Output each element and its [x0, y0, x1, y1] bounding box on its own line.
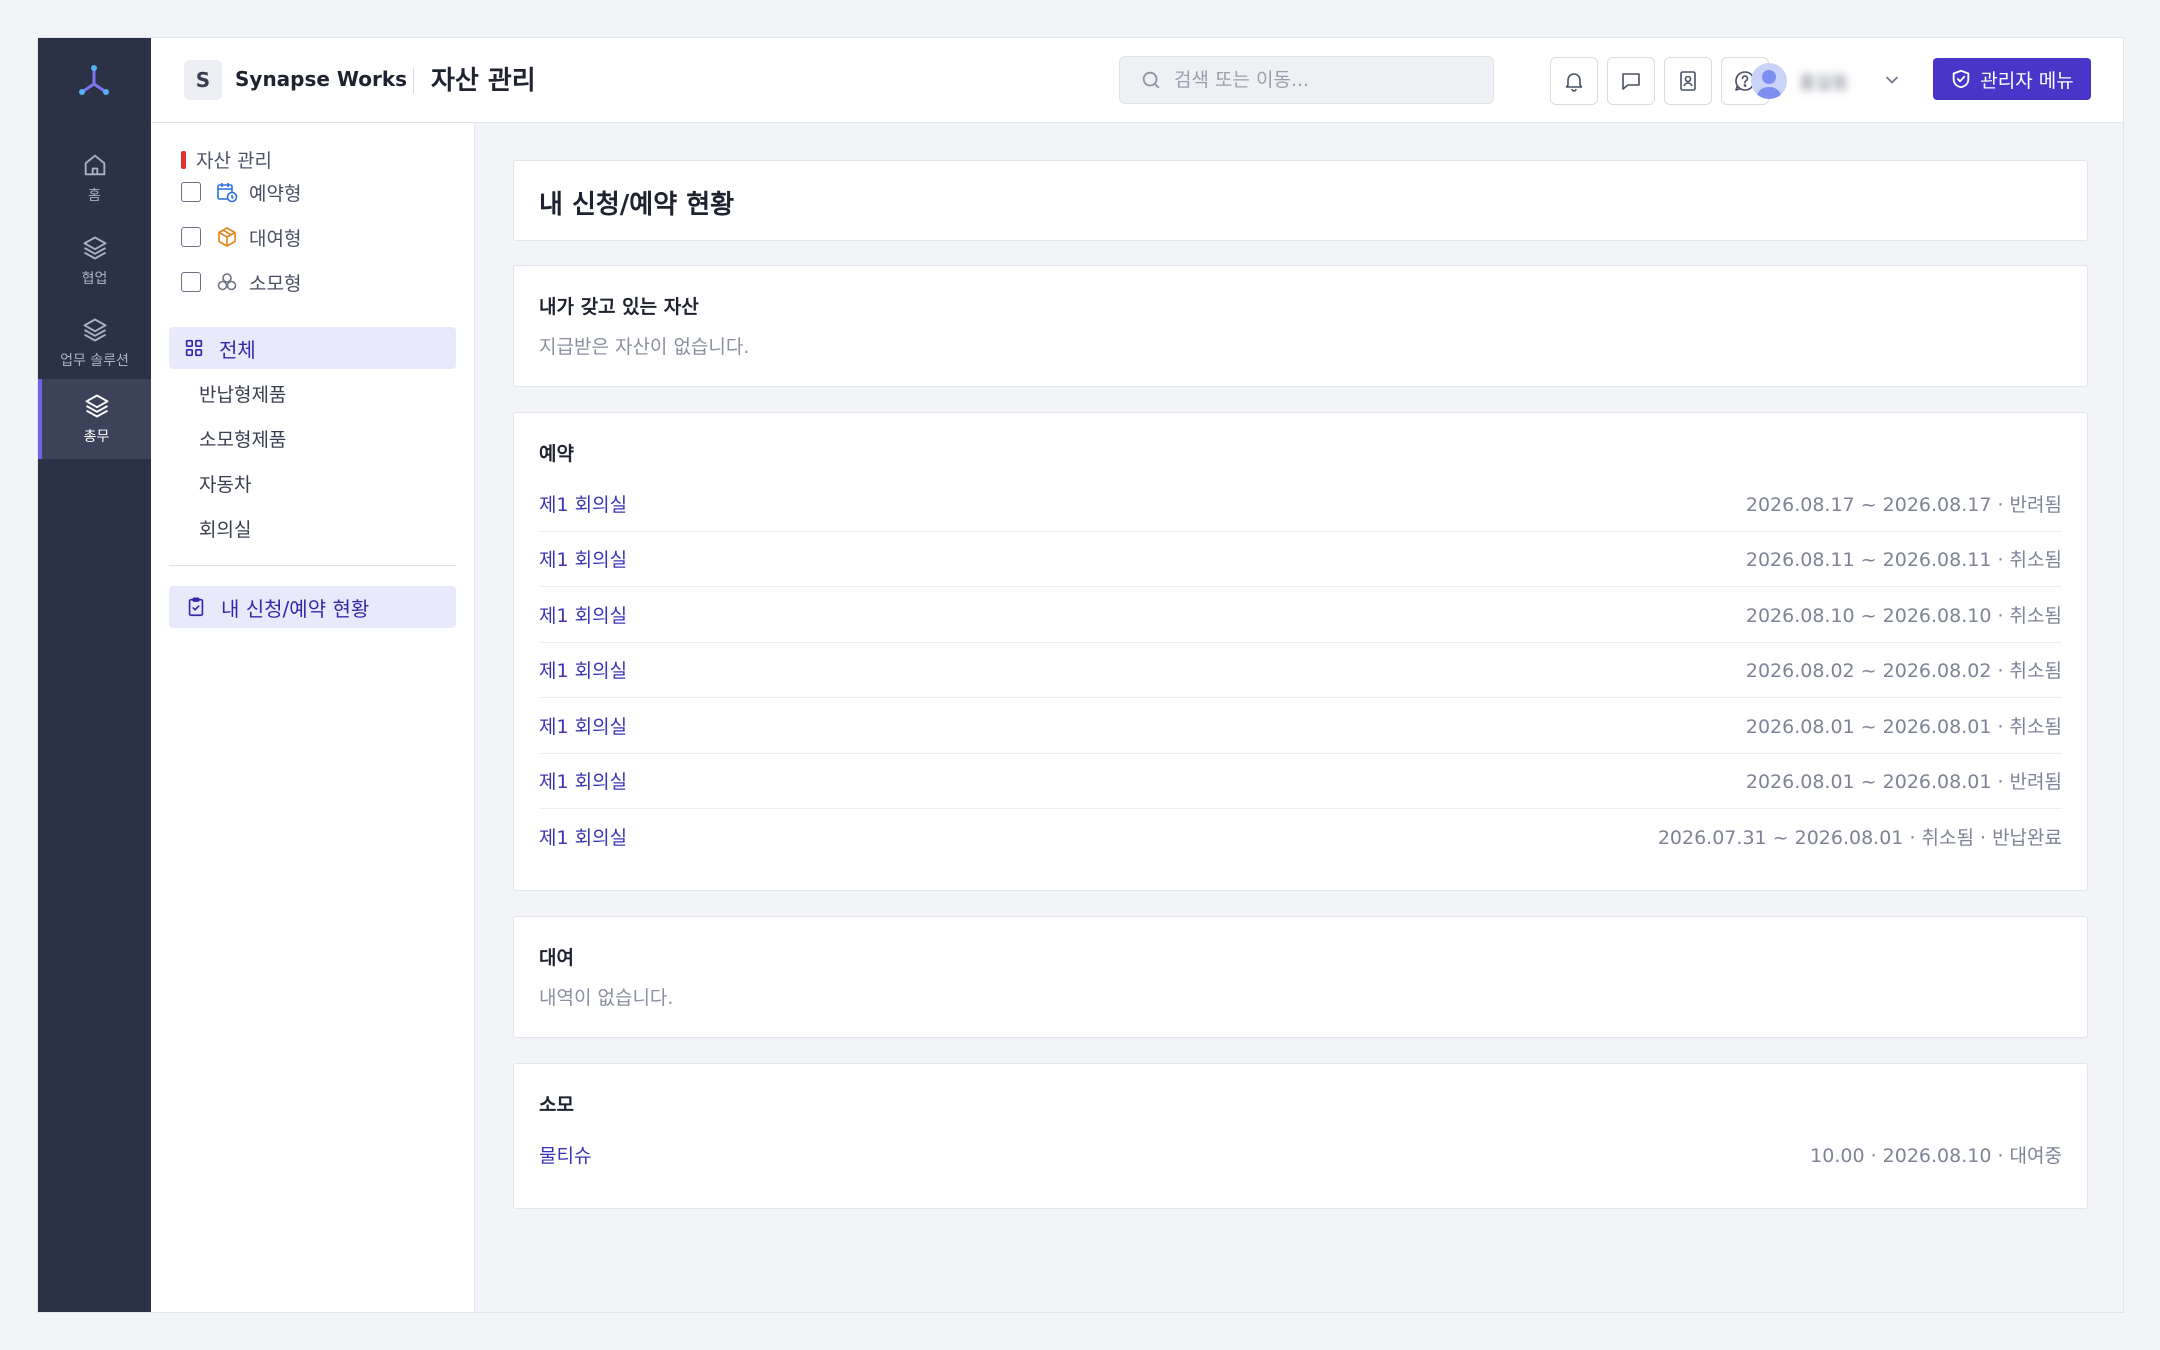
user-avatar[interactable]: [1751, 63, 1787, 99]
sidebar-divider: [169, 565, 456, 566]
owned-assets-empty: 지급받은 자산이 없습니다.: [539, 336, 750, 358]
sidebar-item-all[interactable]: 전체: [169, 327, 456, 369]
layers-icon: [83, 236, 106, 260]
list-item: 제1 회의실 2026.08.11 ~ 2026.08.11 · 취소됨: [539, 532, 2062, 587]
list-item: 제1 회의실 2026.08.01 ~ 2026.08.01 · 반려됨: [539, 754, 2062, 809]
rail-item-label: 총무: [83, 429, 110, 445]
reservation-name-link[interactable]: 제1 회의실: [539, 490, 627, 517]
contacts-button[interactable]: [1664, 57, 1712, 105]
chevron-down-icon[interactable]: [1882, 70, 1902, 90]
header-divider: [413, 68, 414, 94]
reservation-meta: 2026.08.01 ~ 2026.08.01 · 반려됨: [1745, 771, 2062, 794]
sidebar-item-returnable[interactable]: 반납형제품: [199, 380, 286, 407]
rail-item-label: 업무 솔루션: [60, 353, 129, 369]
owned-assets-title: 내가 갖고 있는 자산: [539, 296, 699, 318]
search-icon: [1142, 71, 1160, 89]
filter-reservation[interactable]: 예약형: [181, 177, 301, 207]
checkbox[interactable]: [181, 227, 201, 247]
workspace-name[interactable]: Synapse Works: [235, 67, 407, 91]
reservation-meta: 2026.08.02 ~ 2026.08.02 · 취소됨: [1745, 660, 2062, 683]
reservation-name-link[interactable]: 제1 회의실: [539, 656, 627, 683]
bell-icon: [1565, 73, 1583, 92]
messages-button[interactable]: [1607, 57, 1655, 105]
user-icon: [1756, 70, 1782, 99]
sidebar-item-my-requests[interactable]: 내 신청/예약 현황: [169, 586, 456, 628]
rail-item-collab[interactable]: 협업: [38, 221, 151, 301]
calendar-clock-icon: [217, 183, 238, 203]
contact-book-icon: [1680, 71, 1696, 91]
layers-icon: [85, 394, 108, 418]
section-marker: [181, 150, 186, 169]
list-item: 제1 회의실 2026.08.10 ~ 2026.08.10 · 취소됨: [539, 587, 2062, 643]
content-heading: 내 신청/예약 현황: [539, 190, 735, 220]
consumable-card: 소모 물티슈 10.00 · 2026.08.10 · 대여중: [513, 1063, 2088, 1209]
reservation-meta: 2026.08.11 ~ 2026.08.11 · 취소됨: [1745, 549, 2062, 572]
consumable-list: 물티슈 10.00 · 2026.08.10 · 대여중: [539, 1127, 2062, 1183]
reservation-name-link[interactable]: 제1 회의실: [539, 712, 627, 739]
list-item: 제1 회의실 2026.07.31 ~ 2026.08.01 · 취소됨 · 반…: [539, 809, 2062, 865]
reservations-title: 예약: [539, 443, 574, 465]
heading-card: 내 신청/예약 현황: [513, 160, 2088, 241]
app-window: 홈 협업 업무 솔루션 총무 S Synapse Works 자산 관리 검색 …: [37, 37, 2124, 1313]
home-icon: [84, 154, 105, 176]
layers-icon: [83, 318, 106, 342]
main-content: 내 신청/예약 현황 내가 갖고 있는 자산 지급받은 자산이 없습니다. 예약…: [475, 123, 2123, 1312]
asset-sidebar: 자산 관리 예약형 대여형 소모형 전체 반납형제품 소모형제품 자동차 회의실: [151, 123, 475, 1312]
consumable-meta: 10.00 · 2026.08.10 · 대여중: [1810, 1145, 2062, 1168]
sidebar-item-car[interactable]: 자동차: [199, 470, 251, 497]
user-name[interactable]: 홍길동: [1799, 69, 1849, 95]
notifications-button[interactable]: [1550, 57, 1598, 105]
list-item: 물티슈 10.00 · 2026.08.10 · 대여중: [539, 1127, 2062, 1183]
sidebar-item-meeting-room[interactable]: 회의실: [199, 515, 251, 542]
consumable-name-link[interactable]: 물티슈: [539, 1141, 591, 1168]
clipboard-check-icon: [188, 597, 204, 617]
filter-rental[interactable]: 대여형: [181, 222, 301, 252]
page-title: 자산 관리: [431, 66, 536, 96]
rental-card: 대여 내역이 없습니다.: [513, 916, 2088, 1038]
workspace-badge[interactable]: S: [184, 60, 222, 100]
owned-assets-card: 내가 갖고 있는 자산 지급받은 자산이 없습니다.: [513, 265, 2088, 387]
reservation-meta: 2026.08.10 ~ 2026.08.10 · 취소됨: [1745, 604, 2062, 627]
search-input[interactable]: [1174, 69, 1474, 91]
rail-item-label: 협업: [81, 271, 108, 287]
admin-menu-button[interactable]: 관리자 메뉴: [1933, 58, 2091, 100]
reservation-meta: 2026.07.31 ~ 2026.08.01 · 취소됨 · 반납완료: [1657, 827, 2062, 850]
checkbox[interactable]: [181, 272, 201, 292]
top-header: S Synapse Works 자산 관리 홍길동 관리자 메뉴: [151, 38, 2123, 123]
sidebar-section-title: 자산 관리: [181, 146, 272, 173]
consumable-title: 소모: [539, 1094, 574, 1116]
rental-title: 대여: [539, 947, 574, 969]
box-icon: [218, 227, 236, 247]
reservation-meta: 2026.08.01 ~ 2026.08.01 · 취소됨: [1745, 715, 2062, 738]
app-logo-icon[interactable]: [76, 62, 112, 98]
reservation-name-link[interactable]: 제1 회의실: [539, 767, 627, 794]
list-item: 제1 회의실 2026.08.01 ~ 2026.08.01 · 취소됨: [539, 698, 2062, 754]
admin-menu-label: 관리자 메뉴: [1980, 69, 2074, 92]
shield-check-icon: [1953, 69, 1970, 89]
rail-item-general-affairs[interactable]: 총무: [38, 379, 151, 459]
chat-icon: [1622, 73, 1640, 90]
reservation-name-link[interactable]: 제1 회의실: [539, 823, 627, 850]
sidebar-item-consumable-products[interactable]: 소모형제품: [199, 425, 286, 452]
circles-icon: [217, 273, 237, 291]
reservation-meta: 2026.08.17 ~ 2026.08.17 · 반려됨: [1745, 493, 2062, 516]
reservation-name-link[interactable]: 제1 회의실: [539, 545, 627, 572]
grid-icon: [185, 339, 203, 357]
rental-empty: 내역이 없습니다.: [539, 987, 674, 1009]
checkbox[interactable]: [181, 182, 201, 202]
reservation-name-link[interactable]: 제1 회의실: [539, 601, 627, 628]
filter-consumable[interactable]: 소모형: [181, 267, 301, 297]
reservations-list: 제1 회의실 2026.08.17 ~ 2026.08.17 · 반려됨 제1 …: [539, 476, 2062, 865]
list-item: 제1 회의실 2026.08.02 ~ 2026.08.02 · 취소됨: [539, 643, 2062, 698]
rail-item-work-solution[interactable]: 업무 솔루션: [38, 303, 151, 383]
rail-item-label: 홈: [88, 188, 101, 204]
app-rail: 홈 협업 업무 솔루션 총무: [38, 38, 151, 1312]
list-item: 제1 회의실 2026.08.17 ~ 2026.08.17 · 반려됨: [539, 476, 2062, 532]
rail-item-home[interactable]: 홈: [38, 138, 151, 218]
reservations-card: 예약 제1 회의실 2026.08.17 ~ 2026.08.17 · 반려됨 …: [513, 412, 2088, 891]
global-search[interactable]: [1119, 56, 1494, 104]
